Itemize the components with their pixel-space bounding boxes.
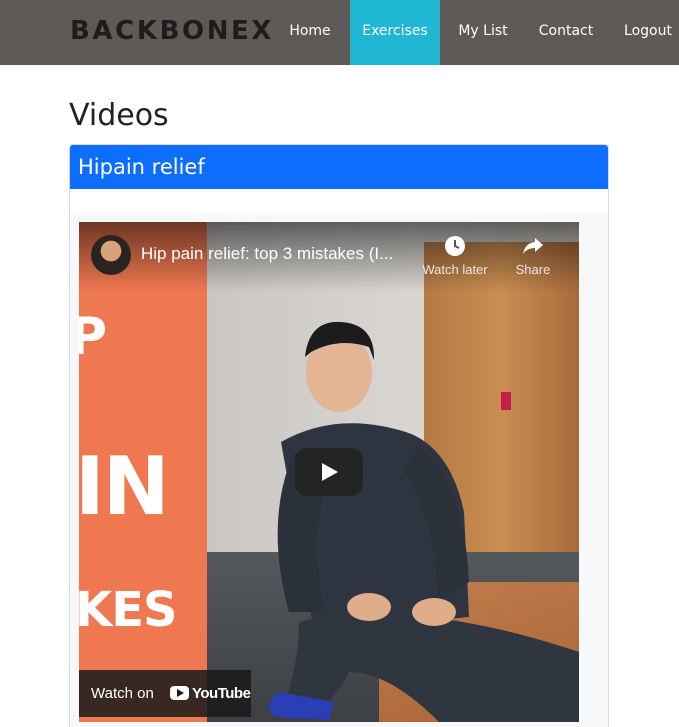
channel-avatar[interactable] xyxy=(91,235,131,275)
youtube-logo-text: YouTube xyxy=(192,685,251,702)
nav-contact[interactable]: Contact xyxy=(528,0,604,65)
youtube-video-player[interactable]: P IN KES Hip pain relief: top 3 mistakes… xyxy=(79,222,579,722)
share-button[interactable]: Share xyxy=(503,234,563,277)
nav-exercises[interactable]: Exercises xyxy=(350,0,440,65)
brand-logo[interactable]: BACKBONEX xyxy=(70,14,274,48)
video-card: Hipain relief P IN KES Hip pain relief: … xyxy=(69,144,609,727)
watch-later-label: Watch later xyxy=(422,262,488,277)
video-title[interactable]: Hip pain relief: top 3 mistakes (I... xyxy=(141,244,411,264)
navbar: BACKBONEX Home Exercises My List Contact… xyxy=(0,0,679,65)
watch-on-youtube-button[interactable]: Watch on YouTube xyxy=(79,670,251,717)
share-label: Share xyxy=(515,262,551,277)
nav-home[interactable]: Home xyxy=(275,0,345,65)
thumbnail-text-3: KES xyxy=(79,582,178,638)
card-header: Hipain relief xyxy=(70,145,608,189)
watch-later-button[interactable]: Watch later xyxy=(415,234,495,277)
watch-on-label: Watch on xyxy=(91,685,154,702)
thumbnail-text-2: IN xyxy=(79,440,170,533)
youtube-play-icon xyxy=(170,686,189,700)
clock-icon xyxy=(415,234,495,262)
play-button[interactable] xyxy=(295,448,363,496)
thumbnail-text-panel: P IN KES xyxy=(79,222,207,722)
thumbnail-text-1: P xyxy=(79,307,107,367)
nav-my-list[interactable]: My List xyxy=(446,0,520,65)
instructor-figure xyxy=(268,321,579,722)
page-title: Videos xyxy=(69,98,169,133)
nav-logout[interactable]: Logout xyxy=(612,0,679,65)
share-icon xyxy=(503,234,563,262)
